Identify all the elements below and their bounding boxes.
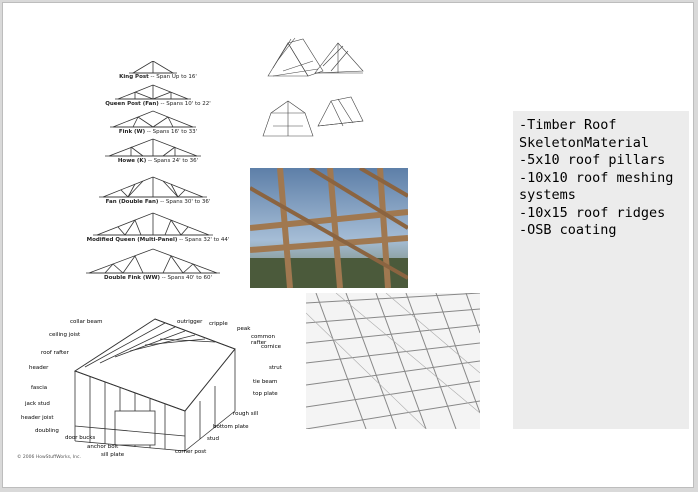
label-fascia: fascia <box>31 385 48 391</box>
truss-king-post <box>129 61 177 74</box>
copyright-text: © 2006 HowStuffWorks, Inc. <box>17 455 81 460</box>
truss-span: Span Up to 16' <box>156 74 197 80</box>
truss-name: King Post <box>119 74 149 80</box>
gable-roof-sketch <box>267 37 324 77</box>
note-line-3: -10x10 roof meshing systems <box>519 169 682 204</box>
label-ceiling-joist: ceiling joist <box>49 332 81 338</box>
truss-span: Spans 40' to 60' <box>167 275 213 281</box>
label-bottom-plate: bottom plate <box>213 424 249 430</box>
note-line-1: -Timber Roof SkeletonMaterial <box>519 117 650 151</box>
hip-roof-sketch <box>314 42 364 74</box>
label-door-bucks: door bucks <box>65 435 96 441</box>
roof-framing-sketches <box>243 31 373 161</box>
mansard-roof-sketch <box>317 96 364 127</box>
note-line-4: -10x15 roof ridges <box>519 204 666 221</box>
label-cornice: cornice <box>261 344 281 350</box>
truss-types-diagram: King Post -- Span Up to 16' Queen Post (… <box>83 61 233 293</box>
note-line-2: -5x10 roof pillars <box>519 152 666 168</box>
truss-span: Spans 16' to 33' <box>152 129 198 135</box>
label-rough-sill: rough sill <box>233 411 259 417</box>
truss-span: Spans 32' to 44' <box>184 237 230 243</box>
truss-double-fink <box>86 248 220 274</box>
roof-frame-photo <box>250 168 408 288</box>
truss-name: Fink (W) <box>118 129 146 135</box>
label-doubling: doubling <box>35 428 59 434</box>
truss-span: Spans 30' to 36' <box>165 199 211 205</box>
truss-modified-queen <box>93 212 213 236</box>
slide-canvas: King Post -- Span Up to 16' Queen Post (… <box>2 2 694 488</box>
roof-truss-render <box>306 293 480 429</box>
label-strut: strut <box>269 365 282 371</box>
truss-name: Queen Post (Fan) <box>105 101 159 107</box>
truss-span: Spans 10' to 22' <box>166 101 211 107</box>
label-stud: stud <box>207 436 219 442</box>
truss-name: Fan (Double Fan) <box>105 199 159 205</box>
label-outrigger: outrigger <box>177 319 203 325</box>
label-collar-beam: collar beam <box>70 319 103 325</box>
truss-name: Modified Queen (Multi-Panel) <box>86 237 178 243</box>
truss-name: Howe (K) <box>117 158 147 164</box>
label-jack-stud: jack stud <box>25 401 50 407</box>
material-notes: -Timber Roof SkeletonMaterial -5x10 roof… <box>513 111 689 429</box>
label-anchor-bolt: anchor bolt <box>87 444 119 450</box>
truss-fan <box>99 176 207 198</box>
label-peak: peak <box>237 326 251 332</box>
house-framing-diagram: collar beam outrigger cripple peak ceili… <box>15 311 291 461</box>
framing-drawing <box>73 318 236 452</box>
label-header: header <box>29 365 49 371</box>
truss-span: Spans 24' to 36' <box>153 158 199 164</box>
label-top-plate: top plate <box>253 391 278 397</box>
truss-grid-lines <box>306 293 480 429</box>
label-tie-beam: tie beam <box>253 379 278 385</box>
label-roof-rafter: roof rafter <box>41 350 69 356</box>
label-header-joist: header joist <box>21 415 54 421</box>
label-cripple: cripple <box>209 321 228 327</box>
label-sill-plate: sill plate <box>101 452 125 458</box>
note-line-5: -OSB coating <box>519 222 617 238</box>
truss-name: Double Fink (WW) <box>104 275 161 281</box>
label-corner-post: corner post <box>175 449 207 455</box>
truss-queen-post <box>115 84 191 100</box>
gambrel-roof-sketch <box>262 100 314 137</box>
truss-howe <box>105 138 201 157</box>
truss-fink <box>110 110 196 128</box>
